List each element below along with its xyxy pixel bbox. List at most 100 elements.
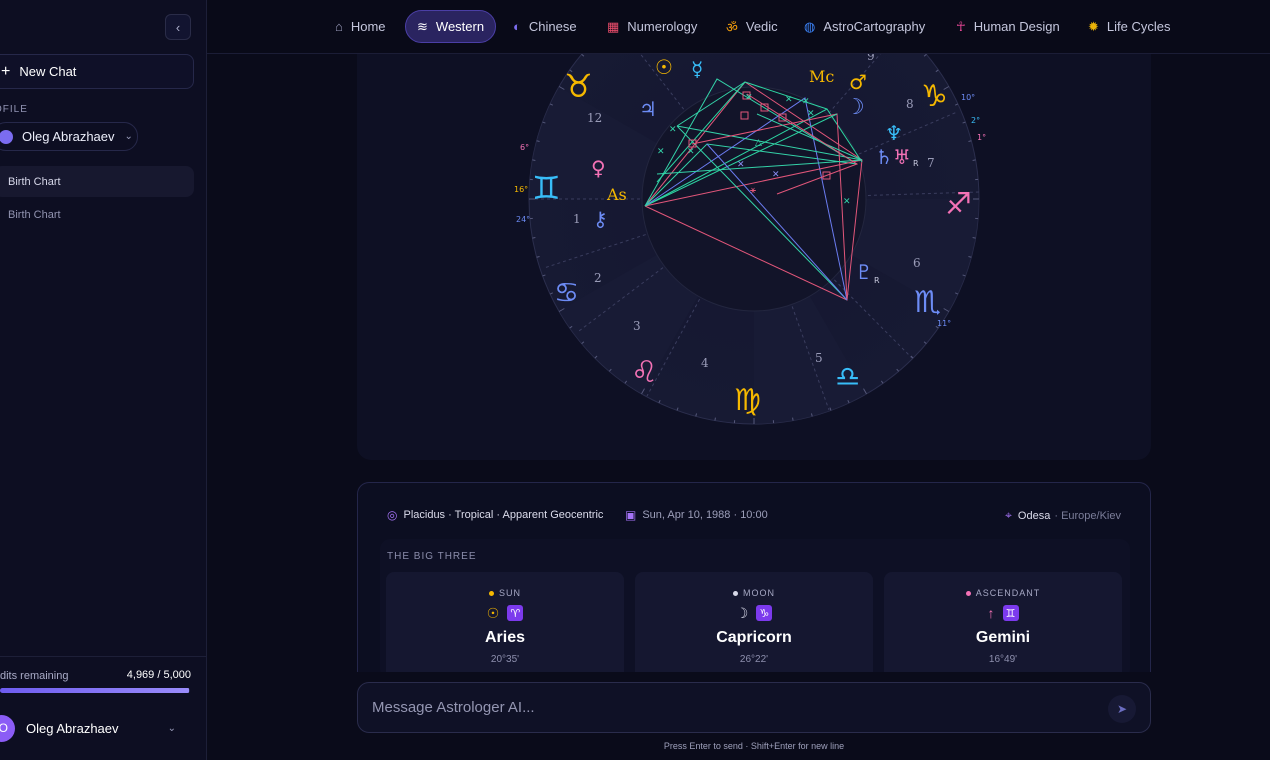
- aquarius-waves-icon: ≋: [417, 18, 428, 34]
- capricorn-icon: ♑: [756, 605, 773, 621]
- card-icons: ↑ ♊: [884, 604, 1122, 622]
- sun-sign-degree: 20°35': [490, 654, 520, 665]
- svg-text:7: 7: [927, 156, 935, 170]
- nav-chinese[interactable]: ◐ Chinese: [502, 10, 588, 43]
- figure-icon: ☥: [956, 18, 966, 34]
- grid-icon: ▦: [607, 18, 620, 34]
- nav-western[interactable]: ≋ Western: [405, 10, 497, 43]
- ascendant-sign-name: Gemini: [975, 629, 1031, 646]
- svg-text:2: 2: [594, 271, 602, 285]
- credits-progress-bar: [0, 688, 190, 693]
- neptune-icon: ♆: [885, 121, 903, 145]
- sidebar-item-birth-chart[interactable]: Birth Chart: [0, 199, 194, 230]
- svg-text:✕: ✕: [843, 197, 851, 207]
- send-button[interactable]: ➤: [1108, 695, 1136, 723]
- profile-selector[interactable]: Oleg Abrazhaev ⌄: [0, 122, 138, 151]
- birth-date-text: Sun, Apr 10, 1988 · 10:00: [642, 509, 768, 521]
- arrow-up-icon: ↑: [987, 605, 995, 621]
- top-nav: ⌂ Home ≋ Western ◐ Chinese ▦ Numerology ॐ Ved…: [207, 0, 1270, 54]
- svg-text:✕: ✕: [785, 95, 793, 105]
- mercury-icon: ☿: [691, 57, 703, 81]
- birth-location: ⌖ Odesa · Europe/Kiev: [1005, 508, 1121, 523]
- svg-text:6: 6: [913, 256, 921, 270]
- cancer-icon: ♋: [554, 276, 579, 309]
- calendar-icon: ▣: [625, 508, 637, 522]
- sun-icon: ☉: [486, 604, 500, 621]
- libra-icon: ♎: [835, 360, 860, 393]
- svg-text:✕: ✕: [657, 147, 665, 157]
- aspect-glyph: ⚹: [750, 185, 756, 196]
- birth-timezone: · Europe/Kiev: [1054, 509, 1121, 522]
- scorpio-icon: ♏: [914, 285, 941, 320]
- svg-text:1°: 1°: [977, 133, 986, 142]
- user-avatar: O: [0, 714, 15, 742]
- chevron-left-icon: ‹: [175, 19, 181, 35]
- nav-vedic[interactable]: ॐ Vedic: [715, 10, 789, 43]
- nav-home[interactable]: ⌂ Home: [324, 10, 397, 43]
- house-system: ◎ Placidus · Tropical · Apparent Geocent…: [387, 508, 603, 522]
- degree-tick: [532, 159, 536, 161]
- collapse-sidebar-button[interactable]: ‹: [165, 14, 191, 40]
- new-chat-label: New Chat: [19, 64, 77, 79]
- house-system-text: Placidus · Tropical · Apparent Geocentri…: [403, 509, 604, 521]
- card-label-text: MOON: [743, 588, 775, 598]
- svg-text:9: 9: [867, 54, 875, 63]
- moon-sign-degree: 26°22': [739, 654, 769, 665]
- svg-text:R: R: [913, 159, 919, 168]
- svg-text:✕: ✕: [802, 97, 810, 107]
- sidebar-item-label: Birth Chart: [8, 175, 61, 188]
- moon-icon: ☽: [735, 604, 749, 621]
- nav-life-cycles[interactable]: ✹ Life Cycles: [1077, 10, 1181, 43]
- nav-astrocartography[interactable]: ◍ AstroCartography: [793, 10, 936, 43]
- nav-numerology[interactable]: ▦ Numerology: [596, 10, 708, 43]
- svg-text:✕: ✕: [737, 160, 745, 170]
- status-dot: [488, 590, 494, 596]
- chiron-icon: ⚷: [593, 207, 608, 231]
- virgo-icon: ♍: [734, 383, 761, 418]
- svg-text:12: 12: [587, 111, 602, 125]
- sidebar-item-label: Birth Chart: [8, 208, 61, 221]
- card-label: MOON: [635, 588, 873, 598]
- nav-human-design[interactable]: ☥ Human Design: [945, 10, 1071, 43]
- profile-section-label: OFILE: [0, 104, 28, 115]
- degree-tick: [532, 237, 536, 239]
- profile-avatar-dot: [0, 129, 13, 144]
- sidebar: ‹ + New Chat OFILE Oleg Abrazhaev ⌄ Birt…: [0, 0, 207, 760]
- moon-sign-name: Capricorn: [716, 629, 792, 646]
- credits-progress-fill: [0, 688, 189, 693]
- profile-name: Oleg Abrazhaev: [22, 129, 115, 144]
- message-input[interactable]: [372, 683, 1092, 732]
- svg-text:10°: 10°: [961, 93, 975, 102]
- sidebar-item-birth-chart-active[interactable]: Birth Chart: [0, 166, 194, 197]
- aries-icon: ♈: [507, 605, 524, 621]
- app-root: ‹ + New Chat OFILE Oleg Abrazhaev ⌄ Birt…: [0, 0, 1270, 760]
- credits-label: dits remaining: [0, 670, 69, 682]
- new-chat-button[interactable]: + New Chat: [0, 54, 194, 89]
- composer-hint: Press Enter to send · Shift+Enter for ne…: [663, 741, 845, 751]
- svg-text:8: 8: [906, 97, 914, 111]
- svg-text:✕: ✕: [807, 109, 815, 119]
- svg-text:1: 1: [573, 212, 581, 226]
- capricorn-icon: ♑: [921, 79, 948, 114]
- svg-text:16°: 16°: [514, 185, 528, 194]
- svg-text:24°: 24°: [516, 215, 530, 224]
- degree-tick: [792, 417, 794, 421]
- sun-sign-card[interactable]: SUN ☉ ♈ Aries 20°35': [386, 572, 624, 672]
- nav-label: Home: [350, 19, 386, 34]
- gemini-icon: ♊: [1002, 605, 1019, 621]
- saturn-icon: ♄: [875, 145, 893, 169]
- degree-tick: [714, 417, 716, 421]
- card-icons: ☽ ♑: [635, 604, 873, 622]
- ascendant-sign-card[interactable]: ASCENDANT ↑ ♊ Gemini 16°49': [884, 572, 1122, 672]
- svg-text:△: △: [755, 138, 762, 148]
- user-menu[interactable]: O Oleg Abrazhaev ⌄: [0, 713, 196, 743]
- aspect-circle: [641, 86, 867, 312]
- status-dot: [965, 590, 971, 596]
- svg-text:R: R: [874, 276, 880, 285]
- chart-summary-card: ◎ Placidus · Tropical · Apparent Geocent…: [357, 482, 1151, 672]
- nav-label: Vedic: [745, 19, 778, 34]
- chevron-down-icon: ⌄: [124, 131, 133, 142]
- moon-sign-card[interactable]: MOON ☽ ♑ Capricorn 26°22': [635, 572, 873, 672]
- svg-text:✕: ✕: [687, 147, 695, 157]
- natal-chart-wheel[interactable]: ✕ ✕✕ ✕✕✕ △✕✕ ✕✕ ⚹ 1 2 3 4 5 6 7 8 9 12 ♉…: [357, 54, 1151, 460]
